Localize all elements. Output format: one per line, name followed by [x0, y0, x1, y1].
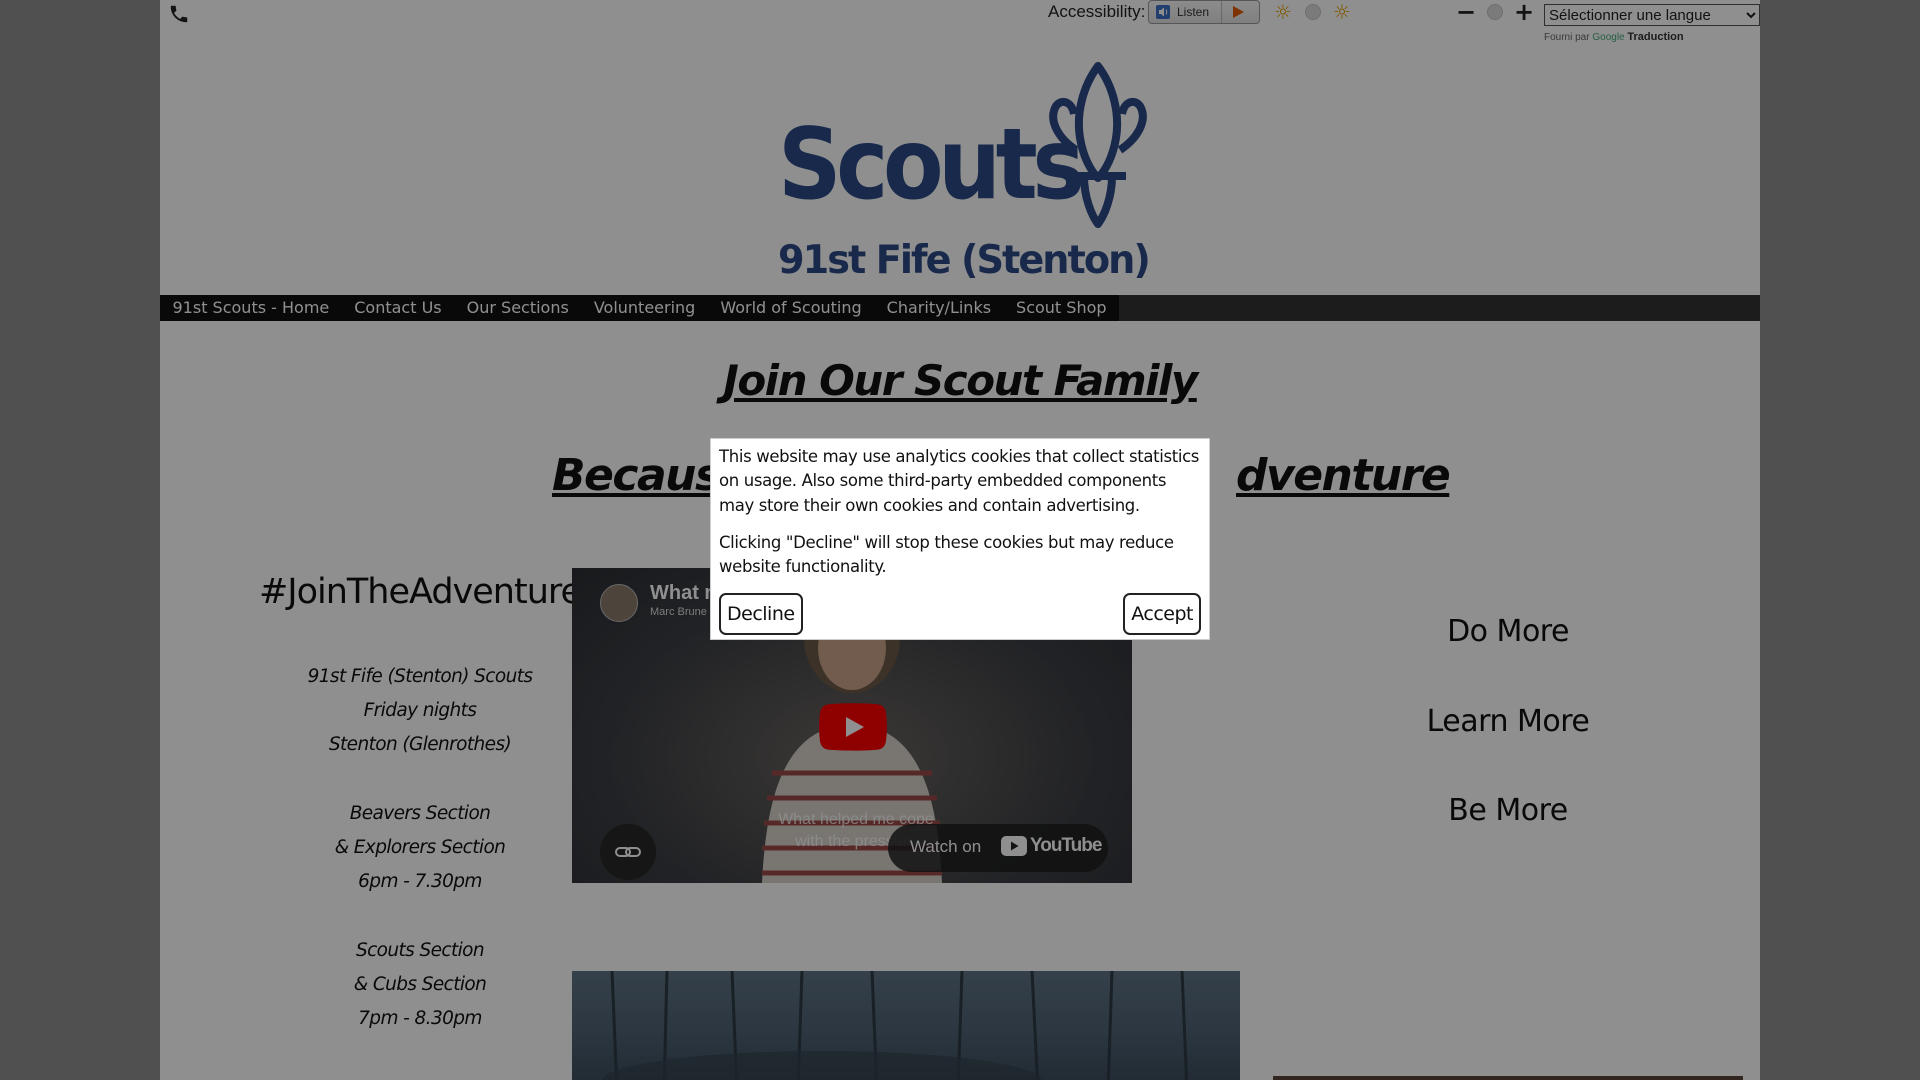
cookie-notice-text: This website may use analytics cookies t…: [719, 447, 1200, 515]
cookie-decline-note: Clicking "Decline" will stop these cooki…: [719, 533, 1174, 577]
cookie-consent-dialog: This website may use analytics cookies t…: [710, 438, 1210, 640]
accept-button[interactable]: Accept: [1123, 593, 1201, 635]
decline-button[interactable]: Decline: [719, 593, 803, 635]
